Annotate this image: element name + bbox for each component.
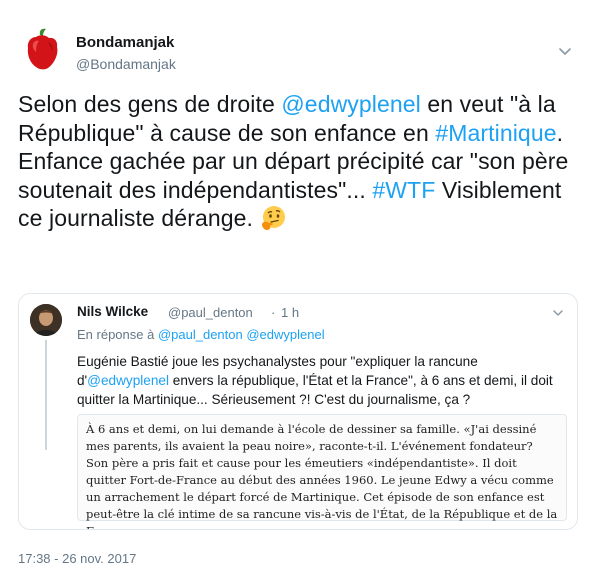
tweet-timestamp[interactable]: 17:38 - 26 nov. 2017 (18, 551, 136, 566)
red-pepper-icon (27, 28, 58, 70)
tweet-text: Selon des gens de droite @edwyplenel en … (18, 90, 574, 233)
thread-line (45, 340, 47, 450)
author-avatar[interactable] (18, 26, 66, 74)
quoted-tweet-card[interactable]: Nils Wilcke @paul_denton · 1 h En répons… (18, 293, 578, 530)
author-handle[interactable]: @Bondamanjak (76, 56, 176, 72)
quoted-tweet-text: Eugénie Bastié joue les psychanalystes p… (77, 352, 562, 409)
author-name[interactable]: Bondamanjak (76, 34, 174, 51)
separator-dot: · (271, 305, 276, 320)
quoted-author-name[interactable]: Nils Wilcke (77, 304, 148, 319)
reply-mention-link[interactable]: @edwyplenel (246, 327, 324, 342)
hashtag-link[interactable]: #WTF (372, 177, 435, 203)
quoted-author-photo (30, 304, 62, 336)
tweet-text-segment: Selon des gens de droite (18, 91, 282, 117)
article-excerpt-image[interactable]: À 6 ans et demi, on lui demande à l'écol… (77, 414, 567, 529)
quoted-author-handle[interactable]: @paul_denton (168, 305, 253, 320)
excerpt-text: À 6 ans et demi, on lui demande à l'écol… (86, 422, 558, 529)
chevron-down-icon[interactable] (556, 42, 574, 60)
quoted-time[interactable]: 1 h (281, 305, 299, 320)
quoted-author-avatar[interactable] (30, 304, 62, 336)
thinking-face-emoji (261, 206, 285, 230)
chevron-down-icon[interactable] (551, 306, 565, 320)
reply-mention-link[interactable]: @paul_denton (158, 327, 243, 342)
reply-context: En réponse à @paul_denton @edwyplenel (77, 327, 325, 342)
hashtag-link[interactable]: #Martinique (435, 120, 556, 146)
reply-prefix: En réponse à (77, 327, 158, 342)
tweet-header: Bondamanjak @Bondamanjak (18, 26, 574, 78)
mention-link[interactable]: @edwyplenel (281, 91, 421, 117)
mention-link[interactable]: @edwyplenel (87, 373, 169, 388)
